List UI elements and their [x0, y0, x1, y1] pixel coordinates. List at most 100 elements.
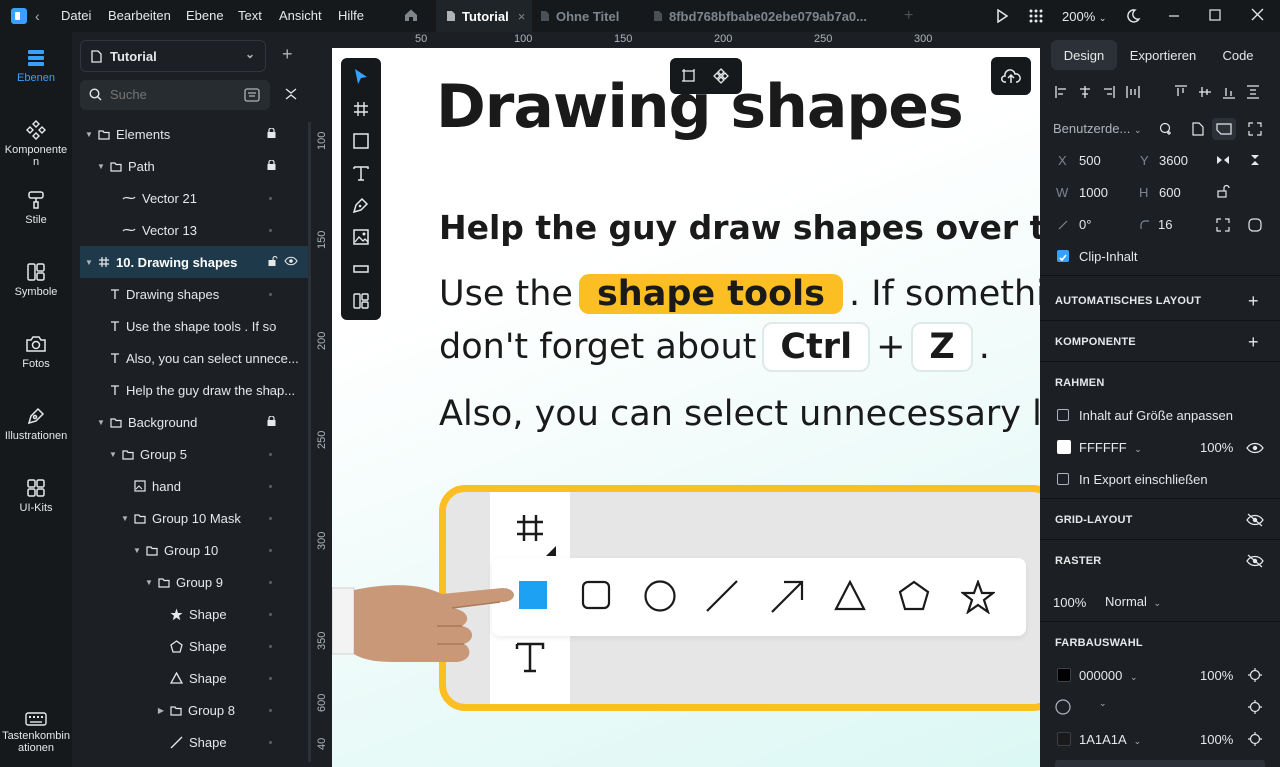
rail-komponenten[interactable]: Komponenten [0, 120, 72, 168]
visibility-dot[interactable] [269, 196, 272, 200]
tab-file-hash[interactable]: 8fbd768bfbabe02ebe079ab7a0... [653, 0, 893, 32]
caret-down-icon[interactable]: ▼ [120, 514, 130, 523]
back-chevron-icon[interactable]: ‹ [35, 8, 40, 24]
flip-horizontal-icon[interactable] [1216, 154, 1230, 169]
unlock-icon[interactable] [268, 255, 278, 268]
add-page-icon[interactable]: + [282, 45, 293, 63]
rounded-rect-icon[interactable] [581, 580, 611, 613]
layer-row[interactable]: Vector 21 [80, 182, 308, 214]
rail-stile[interactable]: Stile [0, 190, 72, 226]
align-bottom-icon[interactable] [1222, 85, 1236, 102]
visibility-dot[interactable] [269, 516, 272, 520]
rail-tastenkombinationen[interactable]: Tastenkombinationen [0, 712, 72, 754]
layer-row[interactable]: ▼ Group 10 Mask [80, 502, 308, 534]
rail-illustrationen[interactable]: Illustrationen [0, 406, 72, 442]
align-right-icon[interactable] [1101, 85, 1115, 102]
lock-icon[interactable] [267, 127, 276, 140]
pointing-hand-illustration[interactable] [332, 578, 532, 681]
ellipse-icon[interactable] [644, 580, 676, 615]
width-field[interactable]: 1000 [1079, 185, 1108, 200]
visibility-dot[interactable] [269, 292, 272, 296]
caret-down-icon[interactable]: ▼ [108, 450, 118, 459]
target-icon[interactable] [1248, 668, 1262, 685]
menu-ebene[interactable]: Ebene [186, 8, 224, 23]
fit-content-checkbox[interactable] [1057, 409, 1069, 421]
flip-vertical-icon[interactable] [1248, 154, 1262, 169]
y-field[interactable]: 3600 [1159, 153, 1188, 168]
rail-fotos[interactable]: Fotos [0, 334, 72, 370]
play-icon[interactable] [996, 9, 1008, 23]
component-icon[interactable] [713, 68, 729, 87]
layer-row[interactable]: ▼ 10. Drawing shapes [80, 246, 308, 278]
visibility-dot[interactable] [269, 388, 272, 392]
visibility-dot[interactable] [269, 548, 272, 552]
rectangle-tool-icon[interactable] [352, 132, 370, 153]
align-center-v-icon[interactable] [1198, 85, 1212, 102]
line-icon[interactable] [706, 580, 738, 615]
layer-row[interactable]: Vector 13 [80, 214, 308, 246]
layer-row[interactable]: ▶ Group 8 [80, 694, 308, 726]
visibility-dot[interactable] [269, 612, 272, 616]
layer-row[interactable]: Help the guy draw the shap... [80, 374, 308, 406]
menu-datei[interactable]: Datei [61, 8, 91, 23]
theme-moon-icon[interactable] [1125, 8, 1141, 24]
layer-row[interactable]: ▼ Background [80, 406, 308, 438]
text-tool-icon[interactable] [352, 164, 370, 185]
empty-color-circle[interactable] [1055, 699, 1071, 718]
menu-ansicht[interactable]: Ansicht [279, 8, 322, 23]
visibility-dot[interactable] [269, 356, 272, 360]
rotation-field[interactable]: 0° [1079, 217, 1091, 232]
layer-row[interactable]: Shape [80, 598, 308, 630]
layer-row[interactable]: ▼ Group 9 [80, 566, 308, 598]
pen-tool-icon[interactable] [352, 196, 370, 217]
frame-selection-icon[interactable] [681, 68, 697, 87]
symbols-tool-icon[interactable] [352, 292, 370, 313]
rail-symbole[interactable]: Symbole [0, 262, 72, 298]
close-tab-icon[interactable]: × [518, 9, 526, 24]
eye-icon[interactable] [284, 256, 298, 268]
blend-mode-select[interactable]: Normal ⌄ [1105, 594, 1161, 609]
caret-down-icon[interactable]: ▼ [132, 546, 142, 555]
add-component-icon[interactable]: + [1248, 333, 1259, 351]
arrow-icon[interactable] [770, 580, 804, 617]
preset-select[interactable]: Benutzerde... ⌄ [1053, 121, 1142, 136]
zoom-select[interactable]: 200% ⌄ [1062, 9, 1106, 24]
app-logo[interactable] [11, 8, 27, 24]
visibility-dot[interactable] [269, 708, 272, 712]
tab-ohne-titel[interactable]: Ohne Titel [540, 0, 650, 32]
eye-off-icon[interactable] [1246, 513, 1264, 530]
layer-row[interactable]: Also, you can select unnece... [80, 342, 308, 374]
independent-corners-icon[interactable] [1248, 218, 1262, 235]
layer-row[interactable]: hand [80, 470, 308, 502]
tab-exportieren[interactable]: Exportieren [1124, 40, 1202, 70]
visibility-dot[interactable] [269, 324, 272, 328]
visibility-dot[interactable] [269, 452, 272, 456]
tab-code[interactable]: Code [1212, 40, 1264, 70]
rail-ebenen[interactable]: Ebenen [0, 48, 72, 84]
export-include-checkbox[interactable] [1057, 473, 1069, 485]
search-input[interactable] [110, 87, 230, 102]
star-icon[interactable] [959, 578, 997, 617]
layers-scrollbar[interactable] [308, 122, 311, 762]
color-opacity-3[interactable]: 100% [1200, 732, 1233, 747]
tab-design[interactable]: Design [1051, 40, 1117, 70]
radius-field[interactable]: 16 [1158, 217, 1172, 232]
height-field[interactable]: 600 [1159, 185, 1181, 200]
caret-down-icon[interactable]: ▼ [144, 578, 154, 587]
landscape-button[interactable] [1212, 118, 1236, 140]
caret-down-icon[interactable]: ▼ [84, 130, 94, 139]
layer-row[interactable]: ▼ Path [80, 150, 308, 182]
eye-icon[interactable] [1246, 442, 1264, 457]
visibility-dot[interactable] [269, 228, 272, 232]
add-auto-layout-icon[interactable]: + [1248, 292, 1259, 310]
layer-row[interactable]: Use the shape tools . If so [80, 310, 308, 342]
target-icon[interactable] [1248, 700, 1262, 717]
fill-hex[interactable]: FFFFFF ⌄ [1079, 440, 1142, 455]
layer-row[interactable]: Shape [80, 630, 308, 662]
target-icon[interactable] [1248, 732, 1262, 749]
upload-export-button[interactable] [991, 57, 1031, 95]
lock-ratio-icon[interactable] [1216, 184, 1230, 201]
x-field[interactable]: 500 [1079, 153, 1101, 168]
fill-swatch[interactable] [1057, 440, 1071, 454]
layer-row[interactable]: ▼ Elements [80, 118, 308, 150]
